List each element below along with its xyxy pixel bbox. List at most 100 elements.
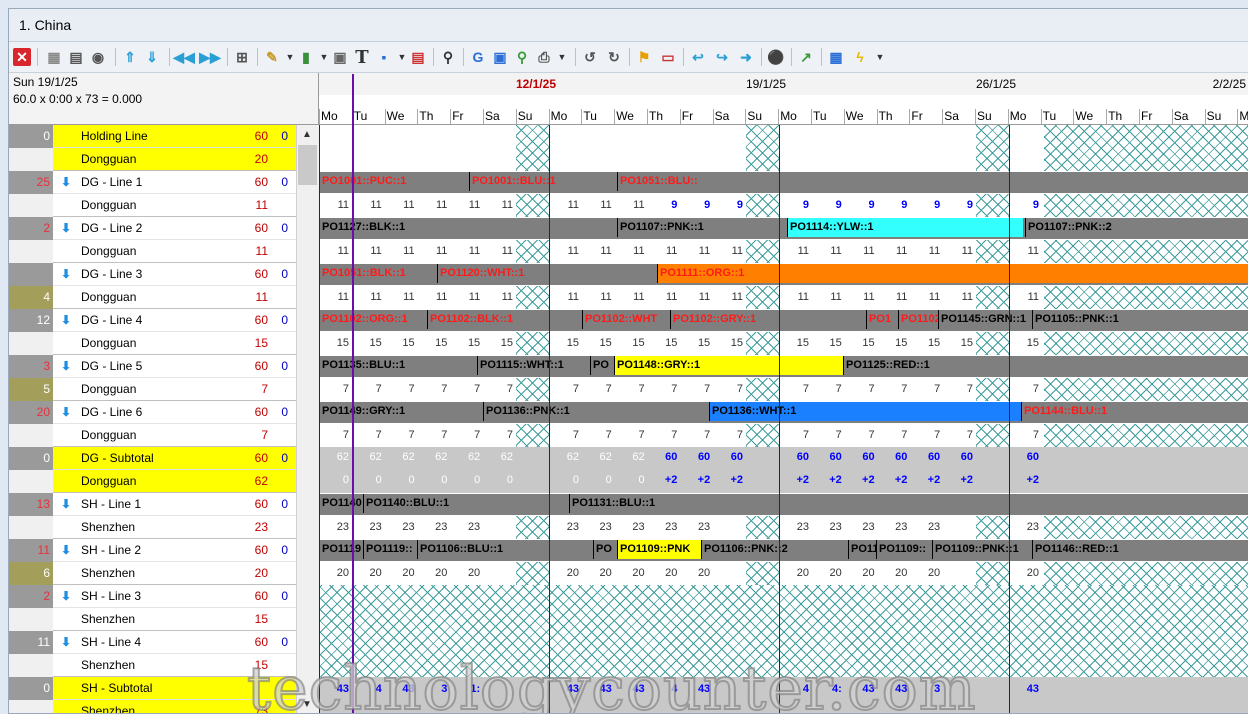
printer-icon[interactable]: ⎙ — [535, 48, 553, 66]
line-name-cell[interactable]: ⬇ SH - Line 2 60 0 — [53, 539, 296, 562]
task-bar[interactable]: PO1106::BLU::1 — [417, 540, 593, 559]
binoculars-icon[interactable]: ⚲ — [439, 48, 457, 66]
line-row[interactable]: 25 ⬇ DG - Line 1 60 0 Dongguan 11 — [9, 171, 296, 217]
task-bar[interactable]: PO1146::RED::1 — [1032, 540, 1248, 559]
line-name-cell[interactable]: ⬇ DG - Line 6 60 0 — [53, 401, 296, 424]
task-bar[interactable]: PO1109::PNK::1 — [932, 540, 1032, 559]
task-bar[interactable]: PO1144::BLU::1 — [1021, 402, 1248, 421]
task-bar[interactable]: PO1135::BLU::1 — [319, 356, 477, 375]
print-preview-icon[interactable]: ▣ — [331, 48, 349, 66]
scrollbar-thumb[interactable] — [298, 145, 317, 185]
task-bar[interactable]: PO1125::RED::1 — [843, 356, 1248, 375]
task-bar[interactable]: PO1115::WHT::1 — [477, 356, 590, 375]
move-down-icon[interactable]: ⬇ — [61, 359, 73, 375]
task-bar[interactable]: PO1102::BLK::1 — [427, 310, 582, 329]
vertical-scrollbar[interactable]: ▲ ▼ — [296, 125, 319, 713]
undo-icon[interactable]: ↺ — [581, 48, 599, 66]
line-row[interactable]: 20 ⬇ DG - Line 6 60 0 Dongguan 7 — [9, 401, 296, 447]
grid-icon[interactable]: ▤ — [67, 48, 85, 66]
line-name-cell[interactable]: ⬇ SH - Line 1 60 0 — [53, 493, 296, 516]
task-bar[interactable]: PO1001::PUC::1 — [319, 172, 469, 191]
lightning-icon[interactable]: ϟ — [851, 48, 869, 66]
task-bar[interactable]: PO1140::BLU::1 — [363, 494, 569, 513]
task-bar[interactable]: PO1127::BLK::1 — [319, 218, 617, 237]
eye-icon[interactable]: ◉ — [89, 48, 107, 66]
redo-arrow-icon[interactable]: ↪ — [713, 48, 731, 66]
move-up-icon[interactable]: ⇑ — [121, 48, 139, 66]
move-down-icon[interactable]: ⬇ — [61, 497, 73, 513]
line-row[interactable]: 12 ⬇ DG - Line 4 60 0 Dongguan 15 — [9, 309, 296, 355]
table-icon[interactable]: ▦ — [827, 48, 845, 66]
task-bar[interactable]: PO1105::PNK::1 — [1032, 310, 1248, 329]
line-name-cell[interactable]: ⬇ DG - Line 4 60 0 — [53, 309, 296, 332]
back-arrow-icon[interactable]: ↩ — [689, 48, 707, 66]
fast-forward-icon[interactable]: ▶▶ — [199, 48, 221, 66]
scroll-up-icon[interactable]: ▲ — [302, 129, 312, 140]
window-icon[interactable]: ▭ — [659, 48, 677, 66]
marker-icon[interactable]: ▪ — [375, 48, 393, 66]
task-bar[interactable]: PO1102::ORG::1 — [319, 310, 427, 329]
task-bar[interactable]: PO1109:: — [876, 540, 932, 559]
task-bar[interactable]: PO1119:: — [363, 540, 417, 559]
refresh-icon[interactable]: ↻ — [605, 48, 623, 66]
task-bar[interactable]: PO1145::GRN::1 — [938, 310, 1032, 329]
task-bar[interactable]: PO1051::BLK::1 — [319, 264, 437, 283]
line-row[interactable]: 0 Holding Line 60 0 Dongguan 20 — [9, 125, 296, 171]
bar-chart-icon[interactable]: ▮ — [297, 48, 315, 66]
task-bar[interactable]: PO1106::PNK::2 — [701, 540, 848, 559]
traffic-light-icon[interactable]: ⚫ — [767, 48, 785, 66]
task-bar[interactable]: PO1102::WHT — [582, 310, 670, 329]
move-down-icon[interactable]: ⬇ — [61, 313, 73, 329]
g-icon[interactable]: G — [469, 48, 487, 66]
edit-icon[interactable]: ✎ — [263, 48, 281, 66]
task-bar[interactable]: PO1107::PNK::1 — [617, 218, 787, 237]
move-down-icon[interactable]: ⬇ — [61, 267, 73, 283]
task-bar[interactable]: PO1 — [866, 310, 898, 329]
task-bar[interactable]: PO — [590, 356, 614, 375]
task-bar[interactable]: PO1119 — [319, 540, 363, 559]
line-name-cell[interactable]: ⬇ DG - Line 2 60 0 — [53, 217, 296, 240]
line-row[interactable]: 0 DG - Subtotal 60 0 Dongguan 62 — [9, 447, 296, 493]
chart-icon[interactable]: ▦ — [45, 48, 63, 66]
task-bar[interactable]: PO1109::PNK — [617, 540, 701, 559]
task-bar[interactable]: PO1148::GRY::1 — [614, 356, 843, 375]
text-icon[interactable]: T — [353, 47, 371, 68]
move-down-icon[interactable]: ⇓ — [143, 48, 161, 66]
line-name-cell[interactable]: ⬇ SH - Line 3 60 0 — [53, 585, 296, 608]
task-bar[interactable]: PO1149::GRY::1 — [319, 402, 483, 421]
line-row[interactable]: 13 ⬇ SH - Line 1 60 0 Shenzhen 23 — [9, 493, 296, 539]
task-bar[interactable]: PO1111::ORG::1 — [657, 264, 1248, 283]
move-down-icon[interactable]: ⬇ — [61, 589, 73, 605]
line-row[interactable]: 4 ⬇ DG - Line 3 60 0 Dongguan 11 — [9, 263, 296, 309]
line-name-cell[interactable]: DG - Subtotal 60 0 — [53, 447, 296, 470]
task-bar[interactable]: PO — [593, 540, 617, 559]
task-bar[interactable]: PO1140 — [319, 494, 363, 513]
flag-icon[interactable]: ⚑ — [635, 48, 653, 66]
line-name-cell[interactable]: ⬇ DG - Line 1 60 0 — [53, 171, 296, 194]
task-bar[interactable]: PO1136::PNK::1 — [483, 402, 709, 421]
task-bar[interactable]: PO1107::PNK::2 — [1025, 218, 1248, 237]
move-down-icon[interactable]: ⬇ — [61, 221, 73, 237]
move-down-icon[interactable]: ⬇ — [61, 543, 73, 559]
trend-chart-icon[interactable]: ↗ — [797, 48, 815, 66]
task-bar[interactable]: PO1001::BLU::1 — [469, 172, 617, 191]
line-name-cell[interactable]: ⬇ SH - Line 4 60 0 — [53, 631, 296, 654]
move-down-icon[interactable]: ⬇ — [61, 175, 73, 191]
task-bar[interactable]: PO1136::WHT::1 — [709, 402, 1021, 421]
dropdown-icon[interactable]: ▼ — [871, 48, 889, 66]
rewind-icon[interactable]: ◀◀ — [173, 48, 195, 66]
task-bar[interactable]: PO1102 — [898, 310, 938, 329]
forward-arrow-icon[interactable]: ➜ — [737, 48, 755, 66]
line-name-cell[interactable]: ⬇ DG - Line 3 60 0 — [53, 263, 296, 286]
line-row[interactable]: 2 ⬇ DG - Line 2 60 0 Dongguan 11 — [9, 217, 296, 263]
line-row[interactable]: 11 6 ⬇ SH - Line 2 60 0 Shenzhen 20 — [9, 539, 296, 585]
move-down-icon[interactable]: ⬇ — [61, 405, 73, 421]
task-bar[interactable]: PO1120::WHT::1 — [437, 264, 657, 283]
task-bar[interactable]: PO11 — [848, 540, 876, 559]
task-bar[interactable]: PO1102::GRY::1 — [670, 310, 788, 329]
line-name-cell[interactable]: ⬇ DG - Line 5 60 0 — [53, 355, 296, 378]
line-row[interactable]: 3 5 ⬇ DG - Line 5 60 0 Dongguan 7 — [9, 355, 296, 401]
line-name-cell[interactable]: Holding Line 60 0 — [53, 125, 296, 148]
task-bar[interactable]: PO1114::YLW::1 — [787, 218, 1023, 237]
move-down-icon[interactable]: ⬇ — [61, 635, 73, 651]
